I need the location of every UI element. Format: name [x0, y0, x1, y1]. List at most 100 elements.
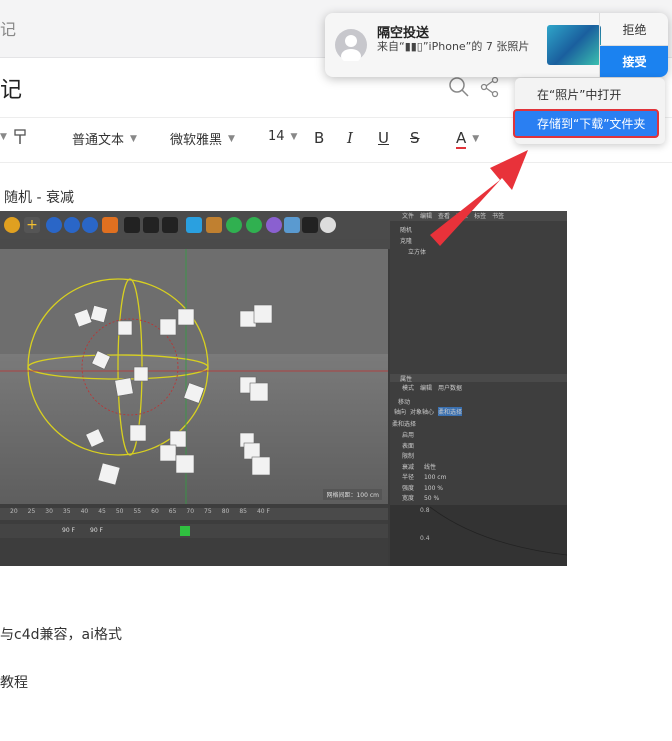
font-family-value: 微软雅黑 — [170, 133, 223, 148]
attr-row-label: 宽度 — [402, 495, 415, 502]
frame-tick: 45 — [98, 508, 106, 515]
c4d-cloner-icon — [246, 217, 262, 233]
note-title[interactable]: 记 — [0, 72, 22, 104]
caret-left-icon: ▼ — [0, 132, 7, 142]
panel-tab: 文件 — [402, 213, 415, 220]
c4d-viewport-menu — [0, 239, 390, 249]
airdrop-notification: 隔空投送 来自“▮▮▯”iPhone”的 7 张照片 拒绝 接受 — [325, 13, 668, 77]
chevron-down-icon: ▼ — [130, 133, 137, 144]
notification-actions: 拒绝 接受 — [599, 13, 668, 77]
attr-row-value: 线性 — [423, 463, 436, 471]
attr-tab: 用户数据 — [438, 385, 463, 392]
play-icon — [180, 526, 190, 536]
c4d-z-axis-icon — [82, 217, 98, 233]
frame-tick: 40 — [80, 508, 89, 515]
frame-tick: 30 — [45, 508, 53, 515]
content-heading: 随机 - 衰减 — [4, 190, 74, 206]
object-item: 随机 — [400, 227, 413, 234]
text-color-button[interactable]: A ▼ — [456, 129, 479, 149]
c4d-light-icon — [320, 217, 336, 233]
app-title: 记 — [0, 20, 17, 39]
avatar — [335, 29, 367, 63]
panel-tab: 编辑 — [420, 213, 433, 220]
text-style-value: 普通文本 — [72, 133, 125, 148]
frame-field: 90 F — [90, 527, 103, 534]
underline-button[interactable]: U — [378, 129, 389, 147]
frame-tick: 35 — [62, 508, 71, 515]
accept-button[interactable]: 接受 — [600, 46, 668, 77]
c4d-toolbar: + — [0, 211, 390, 239]
reject-button[interactable]: 拒绝 — [600, 13, 668, 46]
c4d-viewport: 网格间距：100 cm — [0, 249, 388, 504]
attr-row-value: 50 % — [423, 495, 440, 502]
photo-thumbnail — [547, 25, 601, 65]
strikethrough-button[interactable]: S — [410, 129, 420, 147]
panel-tab: 书签 — [492, 213, 505, 220]
chevron-down-icon: ▼ — [472, 134, 480, 144]
attr-rows: 启用 表面 限制 衰减 线性 半径 100 cm 强度 100 % 宽度 50 … — [402, 431, 446, 505]
attr-tab: 编辑 — [420, 385, 433, 392]
attr-row-label: 限制 — [402, 453, 415, 460]
attr-row-label: 衰减 — [402, 463, 415, 471]
c4d-coord-icon — [102, 217, 118, 233]
c4d-x-axis-icon — [46, 217, 62, 233]
falloff-graph: 0.8 0.4 — [390, 505, 567, 566]
italic-button[interactable]: I — [347, 129, 353, 147]
c4d-floor-icon — [284, 217, 300, 233]
frame-tick: 80 — [221, 508, 230, 515]
c4d-undo-icon — [4, 217, 20, 233]
save-to-downloads-item[interactable]: 存储到“下载”文件夹 — [513, 109, 659, 138]
frame-tick: 65 — [168, 508, 177, 515]
paint-brush-icon — [14, 129, 26, 144]
attr-tab: 模式 — [402, 385, 415, 392]
text-style-select[interactable]: 普通文本 ▼ — [72, 129, 137, 148]
move-label: 移动 — [398, 399, 411, 406]
title-actions — [448, 76, 500, 98]
attr-row-label: 表面 — [402, 442, 415, 450]
font-family-select[interactable]: 微软雅黑 ▼ — [170, 129, 235, 148]
panel-tab: 查看 — [438, 213, 451, 220]
attr-title-label: 属性 — [400, 376, 413, 383]
c4d-render-view-icon — [143, 217, 159, 233]
c4d-render-settings-icon — [162, 217, 178, 233]
sub-tabs: 轴向 对象轴心 柔和选择 — [394, 407, 463, 416]
object-item: 立方体 — [408, 249, 427, 256]
frame-tick: 40 F — [256, 508, 270, 515]
text-color-glyph: A — [456, 129, 467, 149]
c4d-scene — [0, 249, 388, 504]
c4d-render-icon — [124, 217, 140, 233]
frame-tick: 75 — [204, 508, 212, 515]
c4d-y-axis-icon — [64, 217, 80, 233]
frame-tick: 50 — [115, 508, 124, 515]
attr-title: 属性 — [390, 374, 567, 383]
notification-body: 来自“▮▮▯”iPhone”的 7 张照片 — [377, 40, 530, 53]
object-item: 克隆 — [400, 238, 413, 245]
c4d-playback-bar: 90 F 90 F — [0, 524, 388, 538]
panel-tab: 对象 — [456, 213, 469, 220]
object-list: 随机 克隆 立方体 — [390, 221, 567, 258]
attr-row-label: 强度 — [402, 484, 415, 492]
format-painter-icon[interactable]: ▼ — [0, 129, 27, 145]
font-size-select[interactable]: 14 ▼ — [268, 129, 297, 144]
c4d-timeline: 20 25 30 35 40 45 50 55 60 65 70 75 80 8… — [0, 504, 388, 566]
attr-row-value: 100 % — [423, 484, 443, 492]
c4d-cube-icon — [186, 217, 202, 233]
search-icon[interactable] — [448, 76, 470, 98]
object-manager-tabs: 文件 编辑 查看 对象 标签 书签 — [390, 211, 567, 221]
c4d-right-panel: 文件 编辑 查看 对象 标签 书签 随机 克隆 立方体 属性 模式 编辑 用户数… — [390, 211, 567, 566]
panel-tab: 标签 — [474, 213, 487, 220]
frame-tick: 25 — [27, 508, 36, 515]
sub-tab: 对象轴心 — [410, 409, 435, 416]
embedded-c4d-screenshot[interactable]: + 网格间距：100 cm 20 25 30 35 40 45 50 55 60… — [0, 211, 567, 566]
frame-tick: 60 — [151, 508, 159, 515]
frame-tick: 20 — [10, 508, 18, 515]
c4d-pen-icon — [206, 217, 222, 233]
open-in-photos-item[interactable]: 在“照片”中打开 — [515, 80, 665, 108]
sub-tab: 轴向 — [394, 409, 407, 416]
attr-row-label: 半径 — [402, 474, 415, 481]
share-icon[interactable] — [480, 76, 500, 98]
c4d-subdiv-icon — [226, 217, 242, 233]
c4d-frame-ruler: 20 25 30 35 40 45 50 55 60 65 70 75 80 8… — [0, 508, 388, 520]
bold-button[interactable]: B — [314, 129, 324, 147]
font-size-value: 14 — [268, 129, 285, 144]
